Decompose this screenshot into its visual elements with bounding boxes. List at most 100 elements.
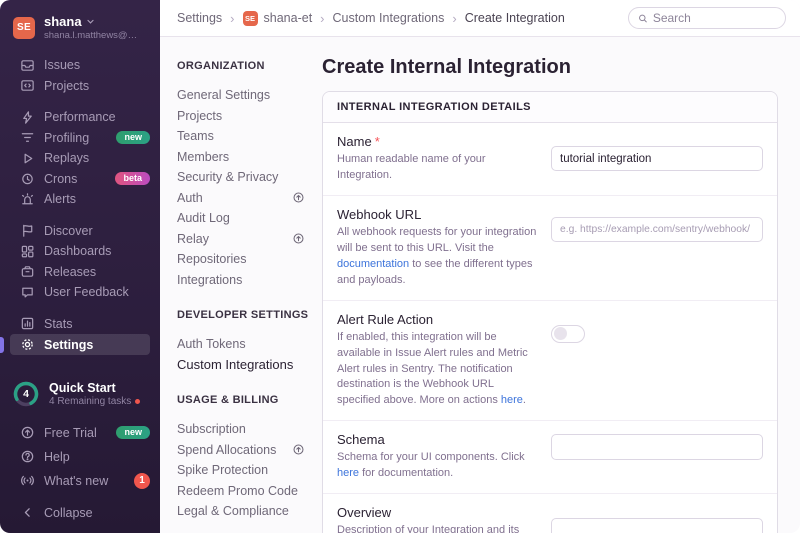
power-icon xyxy=(292,191,305,204)
sidebar-item-stats[interactable]: Stats xyxy=(0,314,160,335)
sidebar-item-label: Projects xyxy=(44,79,89,93)
alert-dot xyxy=(135,399,140,404)
subnav-item-relay[interactable]: Relay xyxy=(177,229,305,250)
breadcrumb-settings[interactable]: Settings xyxy=(177,11,222,25)
subnav-item-members[interactable]: Members xyxy=(177,147,305,168)
breadcrumb-org[interactable]: SE shana-et xyxy=(243,11,313,26)
actions-here-link[interactable]: here xyxy=(501,394,523,406)
sidebar-item-label: Free Trial xyxy=(44,426,97,440)
schema-here-link[interactable]: here xyxy=(337,467,359,479)
sidebar-item-label: Alerts xyxy=(44,192,76,206)
sidebar-item-label: What's new xyxy=(44,474,108,488)
stats-icon xyxy=(20,316,35,331)
sidebar-item-label: Performance xyxy=(44,110,116,124)
subnav-item-custom-integrations[interactable]: Custom Integrations xyxy=(177,355,305,376)
breadcrumb-create-integration: Create Integration xyxy=(465,11,565,25)
subnav-item-integrations[interactable]: Integrations xyxy=(177,270,305,291)
breadcrumb-custom-integrations[interactable]: Custom Integrations xyxy=(333,11,445,25)
webhook-url-label: Webhook URL xyxy=(337,207,537,222)
sidebar-item-profiling[interactable]: Profiling new xyxy=(0,128,160,149)
broadcast-icon xyxy=(20,473,35,488)
breadcrumb-separator: › xyxy=(320,11,324,26)
sidebar-item-label: Releases xyxy=(44,265,96,279)
org-user-menu[interactable]: SE shana shana.l.matthews@… xyxy=(0,14,160,41)
sidebar-item-issues[interactable]: Issues xyxy=(0,55,160,76)
new-badge: new xyxy=(116,426,150,439)
new-badge: new xyxy=(116,131,150,144)
schema-label: Schema xyxy=(337,432,537,447)
quick-start-subtitle: 4 Remaining tasks xyxy=(49,396,131,407)
subnav-heading-organization: ORGANIZATION xyxy=(177,60,310,72)
field-row-webhook-url: Webhook URL All webhook requests for you… xyxy=(323,196,777,301)
overview-label: Overview xyxy=(337,505,537,520)
subnav-item-security-privacy[interactable]: Security & Privacy xyxy=(177,167,305,188)
overview-input[interactable] xyxy=(551,518,763,533)
sidebar-item-releases[interactable]: Releases xyxy=(0,262,160,283)
replays-icon xyxy=(20,151,35,166)
field-row-name: Name* Human readable name of your Integr… xyxy=(323,123,777,196)
quick-start-title: Quick Start xyxy=(49,381,140,395)
sidebar-item-replays[interactable]: Replays xyxy=(0,148,160,169)
alert-rule-action-toggle[interactable] xyxy=(551,325,585,343)
sidebar-item-label: Settings xyxy=(44,338,93,352)
gear-icon xyxy=(20,337,35,352)
subnav-item-teams[interactable]: Teams xyxy=(177,126,305,147)
schema-input[interactable] xyxy=(551,434,763,460)
discover-icon xyxy=(20,223,35,238)
subnav-item-spike-protection[interactable]: Spike Protection xyxy=(177,460,305,481)
sidebar-item-crons[interactable]: Crons beta xyxy=(0,169,160,190)
name-input[interactable] xyxy=(551,146,763,171)
sidebar-item-label: Help xyxy=(44,450,70,464)
topbar: Settings › SE shana-et › Custom Integrat… xyxy=(160,0,800,37)
chevron-down-icon xyxy=(86,17,95,26)
quick-start[interactable]: 4 Quick Start 4 Remaining tasks xyxy=(0,380,160,410)
content-area: Settings › SE shana-et › Custom Integrat… xyxy=(160,0,800,533)
subnav-item-legal-compliance[interactable]: Legal & Compliance xyxy=(177,501,305,522)
sidebar-item-free-trial[interactable]: Free Trial new xyxy=(0,422,160,443)
sidebar-item-settings[interactable]: Settings xyxy=(10,334,150,355)
sidebar-item-projects[interactable]: Projects xyxy=(0,76,160,97)
documentation-link[interactable]: documentation xyxy=(337,258,409,270)
subnav-item-auth[interactable]: Auth xyxy=(177,188,305,209)
sidebar-item-label: Dashboards xyxy=(44,244,111,258)
help-icon xyxy=(20,449,35,464)
field-row-overview: Overview Description of your Integration… xyxy=(323,494,777,533)
releases-icon xyxy=(20,264,35,279)
sidebar-item-help[interactable]: Help xyxy=(0,446,160,467)
subnav-item-projects[interactable]: Projects xyxy=(177,106,305,127)
subnav-item-redeem-promo-code[interactable]: Redeem Promo Code xyxy=(177,481,305,502)
settings-subnav: ORGANIZATION General Settings Projects T… xyxy=(160,37,310,533)
sidebar-item-label: Replays xyxy=(44,151,89,165)
name-help: Human readable name of your Integration. xyxy=(337,152,537,184)
webhook-url-input[interactable] xyxy=(551,217,763,242)
alert-rule-action-help: If enabled, this integration will be ava… xyxy=(337,330,537,410)
user-feedback-icon xyxy=(20,285,35,300)
breadcrumb-separator: › xyxy=(452,11,456,26)
sidebar-item-label: Stats xyxy=(44,317,73,331)
page-title: Create Internal Integration xyxy=(322,56,778,79)
subnav-item-repositories[interactable]: Repositories xyxy=(177,249,305,270)
sidebar-item-user-feedback[interactable]: User Feedback xyxy=(0,282,160,303)
search-icon xyxy=(638,13,648,24)
search-input[interactable] xyxy=(653,11,776,25)
alert-rule-action-label: Alert Rule Action xyxy=(337,312,537,327)
subnav-heading-developer-settings: DEVELOPER SETTINGS xyxy=(177,309,310,321)
sidebar-item-alerts[interactable]: Alerts xyxy=(0,189,160,210)
search-box[interactable] xyxy=(628,7,786,29)
sidebar-item-whats-new[interactable]: What's new 1 xyxy=(0,470,160,491)
alerts-icon xyxy=(20,192,35,207)
sidebar-item-discover[interactable]: Discover xyxy=(0,221,160,242)
subnav-item-general-settings[interactable]: General Settings xyxy=(177,85,305,106)
breadcrumb: Settings › SE shana-et › Custom Integrat… xyxy=(177,11,565,26)
beta-badge: beta xyxy=(115,172,150,185)
sidebar-footer: Free Trial new Help What's new 1 Collaps… xyxy=(0,422,160,523)
subnav-item-auth-tokens[interactable]: Auth Tokens xyxy=(177,334,305,355)
subnav-item-spend-allocations[interactable]: Spend Allocations xyxy=(177,440,305,461)
sidebar-collapse-button[interactable]: Collapse xyxy=(0,502,160,523)
field-row-alert-rule-action: Alert Rule Action If enabled, this integ… xyxy=(323,301,777,422)
sidebar-item-dashboards[interactable]: Dashboards xyxy=(0,241,160,262)
subnav-item-subscription[interactable]: Subscription xyxy=(177,419,305,440)
sidebar-item-performance[interactable]: Performance xyxy=(0,107,160,128)
quick-start-progress-ring: 4 xyxy=(12,380,40,408)
subnav-item-audit-log[interactable]: Audit Log xyxy=(177,208,305,229)
